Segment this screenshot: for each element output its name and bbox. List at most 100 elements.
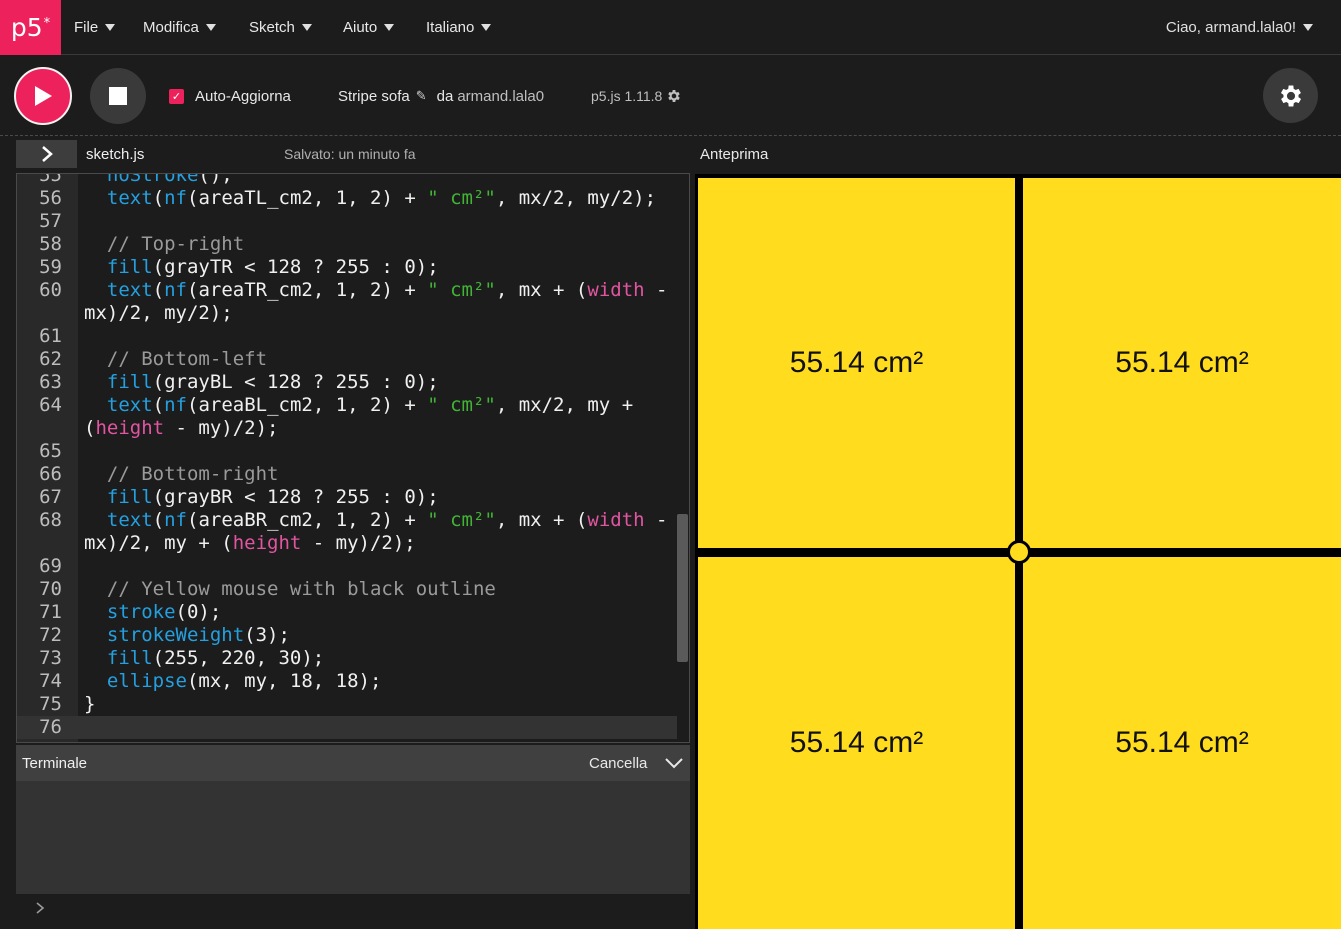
- line-code: mx)/2, my/2);: [84, 302, 233, 324]
- logo-asterisk: *: [43, 16, 51, 31]
- console-title: Terminale: [22, 754, 88, 772]
- line-number: 77: [17, 739, 62, 742]
- line-number: 61: [39, 325, 62, 347]
- code-line[interactable]: 76: [17, 716, 677, 739]
- code-area[interactable]: 55 noStroke(); 56 text(nf(areaTL_cm2, 1, …: [17, 173, 677, 742]
- console-prompt[interactable]: [33, 898, 47, 918]
- caret-down-icon: [1303, 24, 1313, 31]
- line-code: text(nf(areaBR_cm2, 1, 2) + " cm²", mx +…: [106, 509, 668, 531]
- line-code: // Bottom-left: [106, 348, 268, 370]
- line-code: text(nf(areaTR_cm2, 1, 2) + " cm²", mx +…: [106, 279, 668, 301]
- code-line[interactable]: 63 fill(grayBL < 128 ? 255 : 0);: [17, 371, 677, 394]
- settings-button[interactable]: [1263, 68, 1318, 123]
- user-menu[interactable]: Ciao, armand.lala0!: [1166, 0, 1313, 55]
- line-number: 70: [39, 578, 62, 600]
- quadrant-top-left: 55.14 cm²: [698, 178, 1015, 548]
- line-code: noStroke();: [106, 173, 233, 186]
- menu-edit-label: Modifica: [143, 19, 199, 36]
- auto-refresh-toggle[interactable]: ✓ Auto-Aggiorna: [169, 56, 291, 136]
- menu-file[interactable]: File: [74, 0, 116, 55]
- line-code: fill(grayTR < 128 ? 255 : 0);: [106, 256, 439, 278]
- code-line[interactable]: 75}: [17, 693, 677, 716]
- gear-icon: [1280, 85, 1301, 106]
- version-info[interactable]: p5.js 1.11.8: [591, 56, 682, 136]
- editor-scrollbar[interactable]: [677, 514, 688, 662]
- sketch-owner[interactable]: armand.lala0: [457, 88, 544, 105]
- code-line[interactable]: mx)/2, my + (height - my)/2);: [17, 532, 677, 555]
- line-number: 63: [39, 371, 62, 393]
- code-line[interactable]: 58 // Top-right: [17, 233, 677, 256]
- file-tab-sketch-js[interactable]: sketch.js: [86, 140, 144, 168]
- auto-refresh-label: Auto-Aggiorna: [195, 87, 291, 105]
- line-code: mx)/2, my + (height - my)/2);: [84, 532, 416, 554]
- quadrant-top-right: 55.14 cm²: [1023, 178, 1341, 548]
- line-number: 64: [39, 394, 62, 416]
- code-line[interactable]: 57: [17, 210, 677, 233]
- stop-icon: [109, 87, 127, 105]
- line-number: 67: [39, 486, 62, 508]
- play-icon: [35, 86, 52, 106]
- version-label: p5.js 1.11.8: [591, 88, 663, 104]
- code-line[interactable]: 56 text(nf(areaTL_cm2, 1, 2) + " cm²", m…: [17, 187, 677, 210]
- line-number: 68: [39, 509, 62, 531]
- sketch-preview-canvas[interactable]: 55.14 cm² 55.14 cm² 55.14 cm² 55.14 cm²: [695, 174, 1341, 929]
- code-line[interactable]: 73 fill(255, 220, 30);: [17, 647, 677, 670]
- line-number: 73: [39, 647, 62, 669]
- stop-button[interactable]: [90, 68, 146, 124]
- line-code: // Bottom-right: [106, 463, 279, 485]
- caret-down-icon: [105, 24, 116, 31]
- code-line[interactable]: 59 fill(grayTR < 128 ? 255 : 0);: [17, 256, 677, 279]
- sketch-name[interactable]: Stripe sofa: [338, 88, 410, 105]
- area-label-top-left: 55.14 cm²: [789, 346, 924, 379]
- code-line[interactable]: 71 stroke(0);: [17, 601, 677, 624]
- code-line[interactable]: 64 text(nf(areaBL_cm2, 1, 2) + " cm²", m…: [17, 394, 677, 417]
- sketch-info: Stripe sofa ✎ da armand.lala0: [338, 56, 544, 136]
- pencil-icon[interactable]: ✎: [416, 88, 427, 104]
- line-code: fill(grayBR < 128 ? 255 : 0);: [106, 486, 439, 508]
- console-collapse-button[interactable]: [664, 754, 684, 772]
- code-line[interactable]: 70 // Yellow mouse with black outline: [17, 578, 677, 601]
- chevron-right-icon: [36, 902, 45, 914]
- auto-refresh-checkbox[interactable]: ✓: [169, 88, 184, 104]
- menu-help[interactable]: Aiuto: [343, 0, 395, 55]
- code-line[interactable]: (height - my)/2);: [17, 417, 677, 440]
- line-number: 56: [39, 187, 62, 209]
- menu-bar: p5 * File Modifica Sketch Aiuto Italiano …: [0, 0, 1341, 55]
- menu-language[interactable]: Italiano: [426, 0, 492, 55]
- quadrant-bottom-right: 55.14 cm²: [1023, 557, 1341, 929]
- saved-status: Salvato: un minuto fa: [284, 146, 416, 162]
- line-number: 69: [39, 555, 62, 577]
- menu-language-label: Italiano: [426, 19, 475, 36]
- code-line[interactable]: 60 text(nf(areaTR_cm2, 1, 2) + " cm²", m…: [17, 279, 677, 302]
- line-number: 62: [39, 348, 62, 370]
- code-line[interactable]: 62 // Bottom-left: [17, 348, 677, 371]
- code-line[interactable]: 72 strokeWeight(3);: [17, 624, 677, 647]
- line-code: // Yellow mouse with black outline: [106, 578, 496, 600]
- line-code: }: [84, 693, 96, 715]
- code-line[interactable]: 74 ellipse(mx, my, 18, 18);: [17, 670, 677, 693]
- code-line[interactable]: 68 text(nf(areaBR_cm2, 1, 2) + " cm²", m…: [17, 509, 677, 532]
- menu-edit[interactable]: Modifica: [143, 0, 216, 55]
- code-line[interactable]: 55 noStroke();: [17, 173, 677, 187]
- line-code: fill(255, 220, 30);: [106, 647, 325, 669]
- line-number: 55: [39, 173, 62, 186]
- line-code: text(nf(areaBL_cm2, 1, 2) + " cm²", mx/2…: [106, 394, 634, 416]
- toolbar: ✓ Auto-Aggiorna Stripe sofa ✎ da armand.…: [0, 56, 1341, 136]
- line-code: ellipse(mx, my, 18, 18);: [106, 670, 382, 692]
- code-editor[interactable]: 55 noStroke(); 56 text(nf(areaTL_cm2, 1, …: [16, 173, 690, 743]
- code-line[interactable]: 77: [17, 739, 677, 742]
- sidebar-toggle-button[interactable]: [16, 140, 77, 168]
- menu-sketch[interactable]: Sketch: [249, 0, 312, 55]
- code-line[interactable]: 69: [17, 555, 677, 578]
- caret-down-icon: [301, 24, 312, 31]
- gear-icon[interactable]: [666, 88, 682, 104]
- code-line[interactable]: 67 fill(grayBR < 128 ? 255 : 0);: [17, 486, 677, 509]
- logo-text: p5: [10, 13, 43, 42]
- code-line[interactable]: 66 // Bottom-right: [17, 463, 677, 486]
- code-line[interactable]: 61: [17, 325, 677, 348]
- p5-logo[interactable]: p5 *: [0, 0, 61, 55]
- code-line[interactable]: 65: [17, 440, 677, 463]
- play-button[interactable]: [14, 67, 72, 125]
- code-line[interactable]: mx)/2, my/2);: [17, 302, 677, 325]
- console-clear-button[interactable]: Cancella: [589, 745, 647, 781]
